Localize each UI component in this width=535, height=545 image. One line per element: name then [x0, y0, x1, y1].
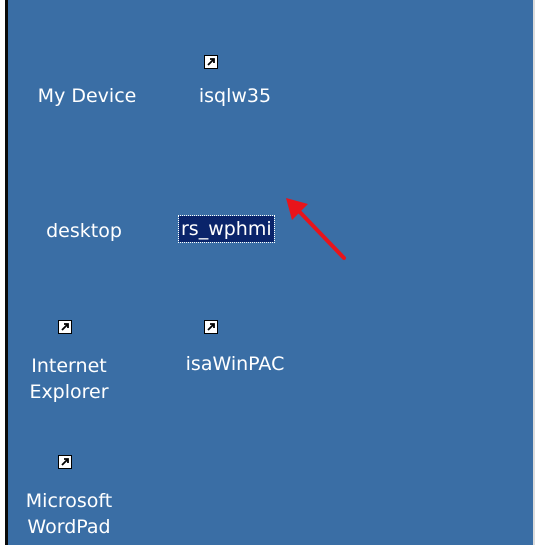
shortcut-arrow-icon: [204, 55, 218, 69]
shortcut-arrow-icon: [58, 320, 72, 334]
desktop-background: [8, 0, 533, 545]
desktop-icon-label-selected: rs_wphmi: [178, 215, 275, 243]
desktop: My Device isqlw35 desktop rs_wphmi Inter…: [0, 0, 535, 545]
annotation-arrow-icon: [286, 198, 346, 260]
desktop-icon-label-line1: Microsoft: [25, 490, 113, 512]
desktop-icon-label-line2: Explorer: [29, 381, 109, 403]
desktop-icon-label: isqlw35: [198, 85, 272, 107]
desktop-icon-label: My Device: [37, 85, 137, 107]
shortcut-arrow-icon: [204, 320, 218, 334]
desktop-icon-label-line2: WordPad: [27, 516, 111, 538]
desktop-icon-label-line1: Internet: [31, 355, 107, 377]
desktop-icon-label: desktop: [46, 220, 122, 242]
shortcut-arrow-icon: [58, 455, 72, 469]
desktop-icon-label: isaWinPAC: [185, 353, 285, 375]
